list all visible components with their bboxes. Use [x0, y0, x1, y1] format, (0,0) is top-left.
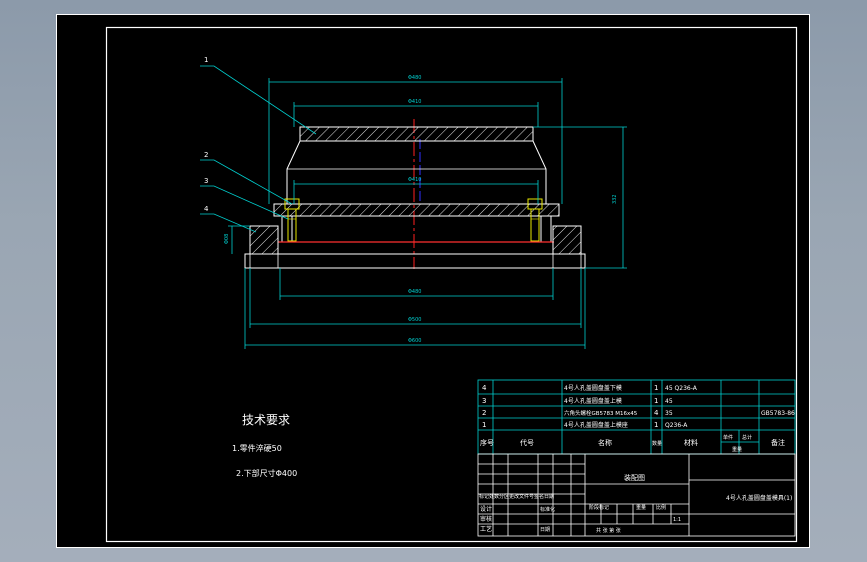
- upper-die: [281, 126, 553, 205]
- std-label: 标准化: [540, 506, 555, 513]
- notes-item-2: 2.下部尺寸Φ400: [236, 468, 297, 478]
- date-label: 日期: [540, 527, 550, 533]
- outer-border: [56, 14, 810, 548]
- bom-row-material: 45 Q236-A: [665, 385, 698, 392]
- dim-base-inner: Φ480: [408, 289, 421, 295]
- bom-row-material: Q236-A: [665, 422, 688, 429]
- bom-header-total: 总计: [742, 434, 752, 441]
- bom-row-no: 4: [482, 384, 487, 392]
- row-label-design: 设计: [480, 505, 492, 513]
- change-label: 标记处数分区更改文件号签名日期: [479, 493, 554, 500]
- dim-top-outer: Φ480: [408, 75, 421, 81]
- bom-row-name: 4号人孔盖圆盘盖下模: [564, 384, 622, 392]
- dim-middle: Φ410: [408, 177, 421, 183]
- leader-label-1: 1: [204, 56, 208, 64]
- bom-row-qty: 4: [654, 409, 659, 417]
- bom-header-weight: 重量: [732, 446, 742, 453]
- bom-header-name: 名称: [598, 438, 612, 447]
- bom-row-remark: GB5783-86: [761, 410, 795, 417]
- drawing-title: 4号人孔盖圆盘盖模具(1): [726, 494, 792, 502]
- bom-row-no: 3: [482, 397, 486, 405]
- dim-left-step: Φ08: [224, 234, 230, 244]
- dim-height: 332: [612, 194, 618, 204]
- bom-row-name: 六角头螺栓GB5783 M16x45: [564, 409, 638, 417]
- weight-label: 重量: [636, 504, 646, 511]
- bom-row-qty: 1: [654, 384, 658, 392]
- bom-header-qty: 数量: [652, 440, 662, 447]
- bom-header-code: 代号: [520, 438, 534, 447]
- bom-header-no: 序号: [480, 438, 494, 447]
- drawing-viewport[interactable]: Φ480 Φ410 Φ410 Φ480 Φ500 Φ600 332 Φ08 1 …: [56, 14, 810, 548]
- stage-label: 阶段标记: [589, 504, 609, 511]
- dim-base-outer: Φ600: [408, 338, 421, 344]
- scale-label: 比例: [656, 504, 666, 511]
- material-mark: 装配图: [624, 473, 645, 482]
- bom-row-no: 1: [482, 421, 486, 429]
- bom-header-unit: 单件: [723, 434, 733, 441]
- notes-item-1: 1.零件淬硬50: [232, 443, 282, 453]
- bom-row-qty: 1: [654, 421, 658, 429]
- cad-drawing: Φ480 Φ410 Φ410 Φ480 Φ500 Φ600 332 Φ08 1 …: [56, 14, 810, 548]
- bom-header-material: 材料: [684, 438, 698, 447]
- notes-title: 技术要求: [242, 413, 290, 427]
- bom-row-no: 2: [482, 409, 486, 417]
- dim-top-inner: Φ410: [408, 99, 421, 105]
- sheets-label: 共 张 第 张: [596, 527, 621, 534]
- inner-border: [105, 26, 798, 543]
- dim-base-mid: Φ500: [408, 317, 421, 323]
- leader-label-3: 3: [204, 177, 208, 185]
- leader-label-2: 2: [204, 151, 208, 159]
- row-label-process: 工艺: [480, 525, 492, 533]
- scale-value: 1:1: [673, 517, 681, 523]
- bom-row-material: 45: [665, 398, 673, 405]
- leader-label-4: 4: [204, 205, 209, 213]
- bom-header-remark: 备注: [771, 438, 785, 447]
- row-label-review: 审核: [480, 515, 492, 523]
- die-seat: [273, 203, 560, 243]
- bom-row-qty: 1: [654, 397, 658, 405]
- bom-row-material: 35: [665, 410, 673, 417]
- bom-row-name: 4号人孔盖圆盘盖上模座: [564, 421, 628, 429]
- bom-row-name: 4号人孔盖圆盘盖上模: [564, 397, 622, 405]
